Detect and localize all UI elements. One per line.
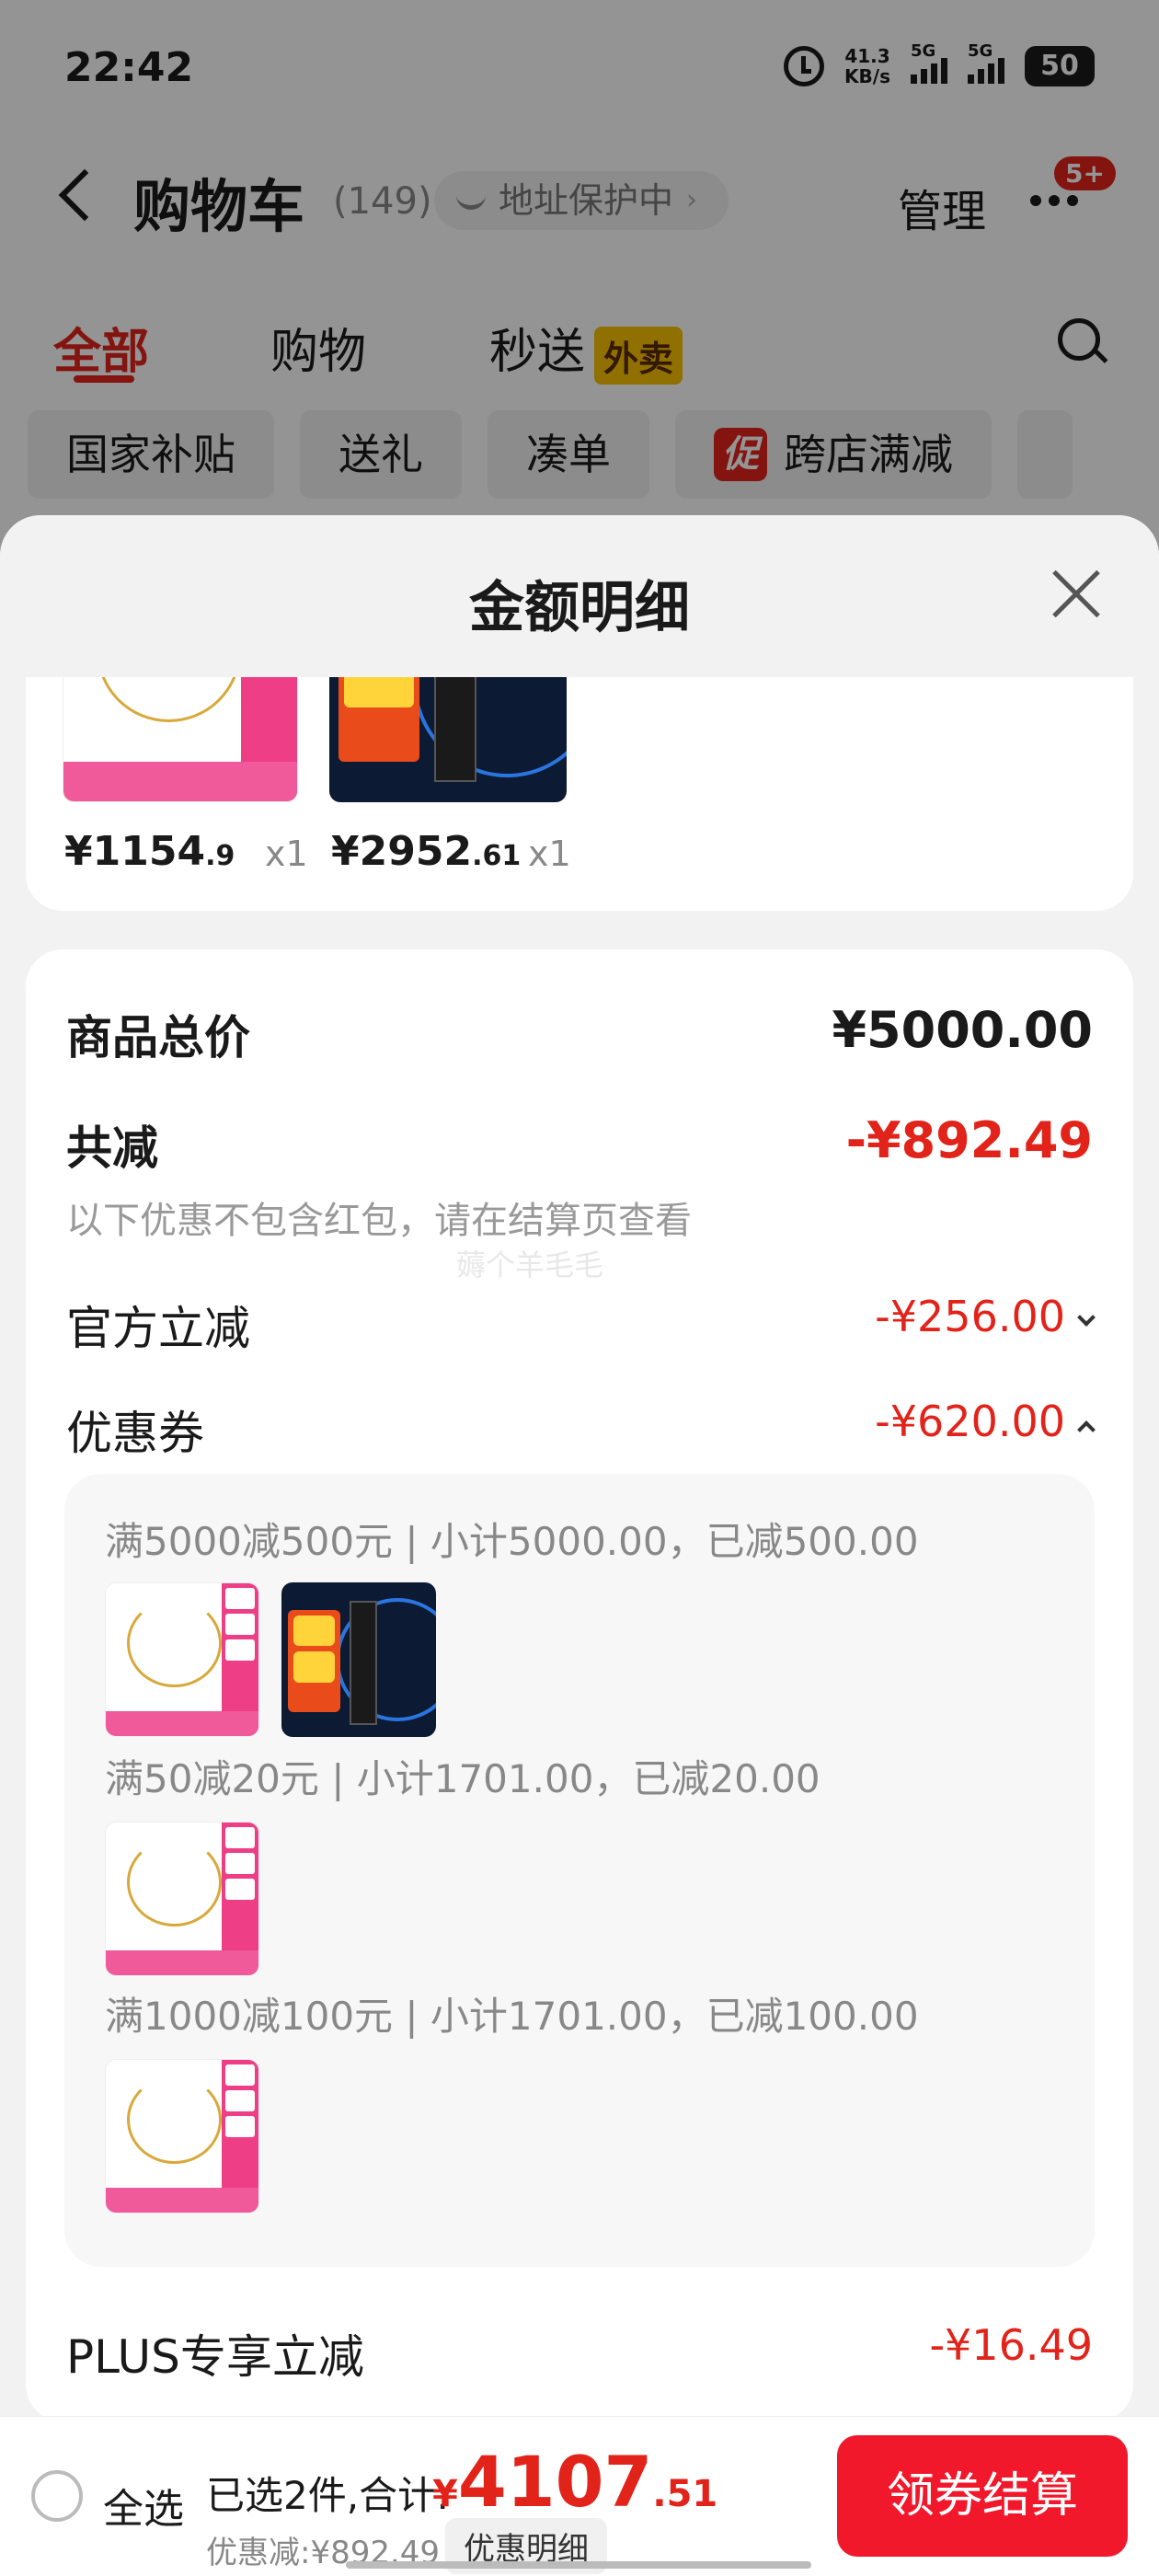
close-icon[interactable] (1049, 567, 1104, 622)
total-amount: ¥4107.51 (432, 2441, 718, 2523)
total-price-value: ¥5000.00 (832, 1001, 1093, 1059)
select-all-radio[interactable] (31, 2470, 83, 2522)
select-all-label[interactable]: 全选 (103, 2476, 184, 2535)
reduction-note: 以下优惠不包含红包，请在结算页查看 (66, 1200, 692, 1242)
chevron-up-icon (1077, 1420, 1096, 1439)
sheet-header: 金额明细 (0, 515, 1159, 677)
total-reduction-value: -¥892.49 (845, 1111, 1093, 1169)
official-discount-row[interactable]: 官方立减 -¥256.00 (66, 1292, 1096, 1358)
amount-detail-sheet: 金额明细 ¥1154.9 x1 ¥2952.61 x1 商品总价 ¥5000.0… (0, 515, 1159, 2576)
coupon-product-image-bracelet[interactable] (105, 2059, 259, 2214)
coupon-product-image-bracelet[interactable] (105, 1822, 259, 1976)
chevron-down-icon (1077, 1308, 1096, 1327)
coupon-rule: 满50减20元 | 小计1701.00，已减20.00 (105, 1756, 820, 1801)
checkout-bar: 全选 已选2件,合计: ¥4107.51 优惠减:¥892.49 优惠明细 领券… (0, 2416, 1159, 2576)
item-qty: x1 (528, 834, 571, 874)
total-reduction-row: 共减 -¥892.49 (66, 1111, 1093, 1178)
plus-discount-value: -¥16.49 (929, 2320, 1093, 2370)
checkout-button[interactable]: 领券结算 (837, 2435, 1128, 2557)
coupon-product-image-ssd[interactable] (281, 1582, 436, 1737)
sheet-title: 金额明细 (469, 576, 690, 640)
coupon-rule: 满1000减100元 | 小计1701.00，已减100.00 (105, 1994, 919, 2039)
home-indicator (346, 2561, 811, 2569)
official-discount-value: -¥256.00 (875, 1292, 1096, 1341)
coupon-details: 满5000减500元 | 小计5000.00，已减500.00 满50减20元 … (64, 1474, 1095, 2267)
total-price-row: 商品总价 ¥5000.00 (66, 1001, 1093, 1067)
item-price: ¥1154.9 (64, 828, 235, 875)
coupon-row[interactable]: 优惠券 -¥620.00 (66, 1397, 1096, 1463)
item-price: ¥2952.61 (331, 828, 522, 875)
coupon-product-image-bracelet[interactable] (105, 1582, 259, 1737)
coupon-value: -¥620.00 (875, 1397, 1096, 1446)
price-breakdown-card: 商品总价 ¥5000.00 共减 -¥892.49 以下优惠不包含红包，请在结算… (26, 949, 1133, 2421)
coupon-rule: 满5000减500元 | 小计5000.00，已减500.00 (105, 1519, 919, 1564)
plus-discount-row: PLUS专享立减 -¥16.49 (66, 2320, 1093, 2386)
watermark-text: 薅个羊毛毛 (456, 1248, 604, 1282)
item-qty: x1 (265, 834, 308, 874)
selected-summary: 已选2件,合计: (206, 2473, 450, 2518)
